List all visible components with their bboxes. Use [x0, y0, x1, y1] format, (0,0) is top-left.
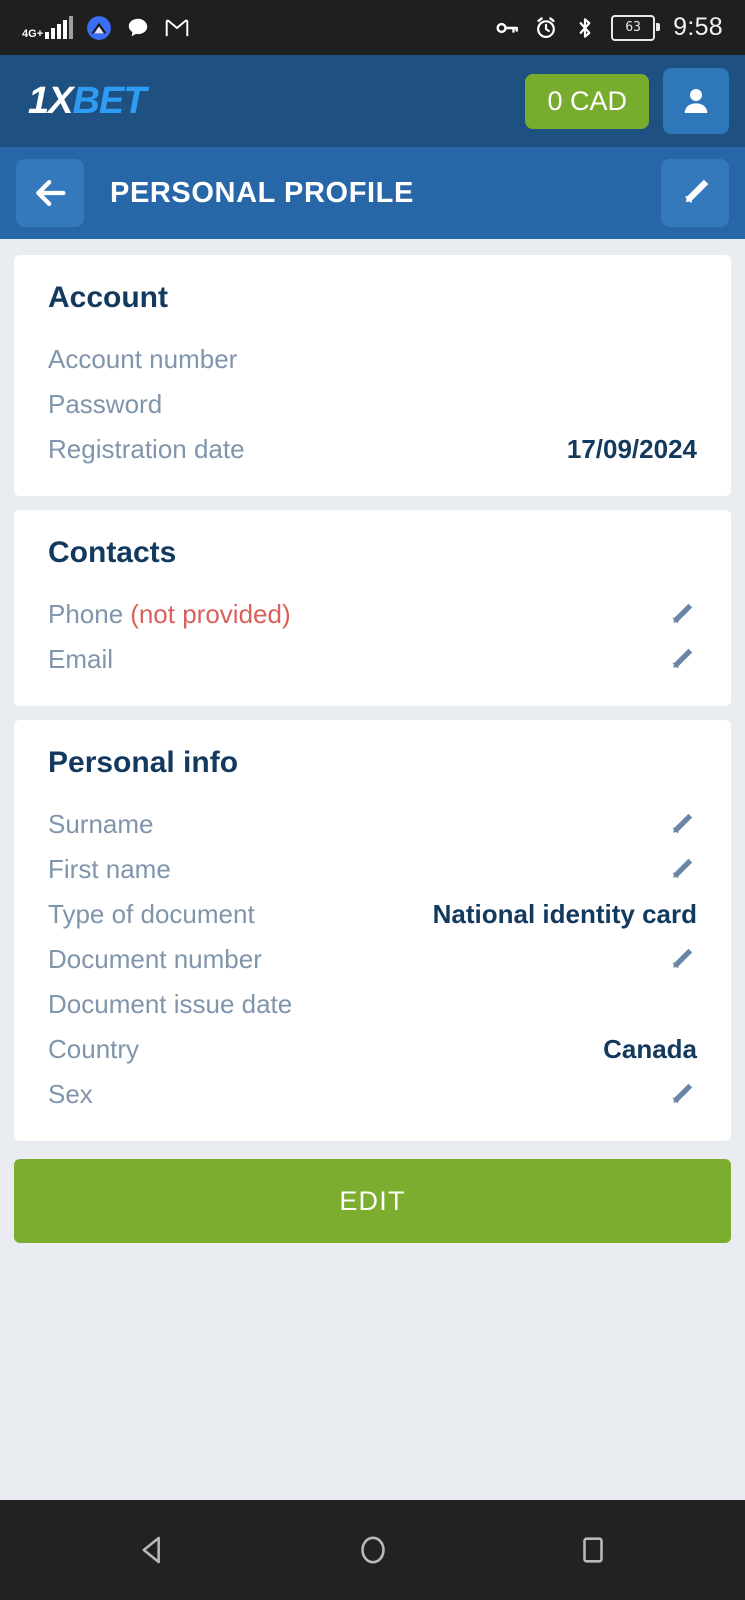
person-icon	[684, 89, 708, 113]
logo-text-bet: BET	[72, 80, 146, 122]
contacts-card: Contacts Phone (not provided) Email	[14, 510, 731, 706]
row-label: Sex	[48, 1079, 93, 1109]
brand-bar: 1XBET 0 CAD	[0, 55, 745, 147]
brand-logo[interactable]: 1XBET	[28, 80, 146, 122]
balance-button[interactable]: 0 CAD	[525, 73, 649, 129]
battery-level: 63	[625, 20, 641, 35]
profile-content: Account Account number Password Registra…	[0, 239, 745, 1500]
page-title-bar: PERSONAL PROFILE	[0, 147, 745, 239]
app-circle-icon	[87, 15, 112, 40]
page-title: PERSONAL PROFILE	[110, 176, 414, 209]
pencil-icon	[672, 1083, 693, 1103]
contacts-card-heading: Contacts	[48, 536, 177, 569]
row-edit-button[interactable]	[657, 854, 697, 886]
status-bar-right: 63 9:58	[494, 13, 723, 42]
row-edit-button[interactable]	[657, 599, 697, 631]
row-country[interactable]: Country Canada	[48, 1027, 697, 1072]
row-label: Surname	[48, 809, 154, 839]
row-phone[interactable]: Phone (not provided)	[48, 592, 697, 637]
pencil-icon	[672, 603, 693, 623]
row-edit-button[interactable]	[657, 944, 697, 976]
battery-icon: 63	[611, 14, 661, 41]
row-registration-date[interactable]: Registration date 17/09/2024	[48, 427, 697, 472]
row-label: First name	[48, 854, 171, 884]
android-nav-bar	[0, 1500, 745, 1600]
row-label: Document number	[48, 944, 262, 974]
row-surname[interactable]: Surname	[48, 802, 697, 847]
row-label: Account number	[48, 344, 238, 374]
account-card-heading: Account	[48, 281, 168, 314]
row-label: Registration date	[48, 434, 245, 464]
chat-bubble-icon	[128, 18, 148, 36]
row-label: Document issue date	[48, 989, 293, 1019]
pencil-icon	[685, 179, 709, 203]
row-edit-button[interactable]	[657, 1079, 697, 1111]
alarm-icon	[537, 16, 556, 38]
row-value: 17/09/2024	[566, 434, 697, 464]
row-password[interactable]: Password	[48, 382, 697, 427]
row-sex[interactable]: Sex	[48, 1072, 697, 1117]
row-label: Password	[48, 389, 163, 419]
personal-info-card: Personal info Surname First name Type of…	[14, 720, 731, 1141]
personal-info-card-heading: Personal info	[48, 746, 239, 779]
row-label: Type of document	[48, 899, 255, 929]
row-type-of-document[interactable]: Type of document National identity card	[48, 892, 697, 937]
back-button[interactable]	[16, 159, 84, 227]
row-label: Phone (not provided)	[48, 599, 291, 630]
account-card: Account Account number Password Registra…	[14, 255, 731, 496]
nav-home-button[interactable]	[343, 1520, 403, 1580]
gmail-icon	[165, 19, 189, 36]
pencil-icon	[672, 858, 693, 878]
row-account-number[interactable]: Account number	[48, 337, 697, 382]
header-edit-button[interactable]	[661, 159, 729, 227]
triangle-back-icon	[142, 1536, 160, 1564]
phone-screen: 4G+ 63 9:58 1XBET 0 CAD PERSONAL PROFILE…	[0, 0, 745, 1600]
signal-icon: 4G+	[22, 15, 74, 40]
vpn-key-icon	[496, 22, 519, 33]
row-edit-button[interactable]	[657, 809, 697, 841]
row-value: National identity card	[432, 899, 697, 929]
row-edit-button[interactable]	[657, 644, 697, 676]
row-document-number[interactable]: Document number	[48, 937, 697, 982]
row-label: Country	[48, 1034, 140, 1064]
row-email[interactable]: Email	[48, 637, 697, 682]
pencil-icon	[672, 648, 693, 668]
row-value: Canada	[603, 1034, 697, 1064]
arrow-left-icon	[36, 180, 66, 206]
pencil-icon	[672, 813, 693, 833]
nav-back-button[interactable]	[123, 1520, 183, 1580]
pencil-icon	[672, 948, 693, 968]
row-document-issue-date[interactable]: Document issue date	[48, 982, 697, 1027]
status-bar-clock: 9:58	[673, 13, 723, 41]
bluetooth-icon	[579, 17, 591, 38]
logo-text-1x: 1X	[28, 80, 73, 122]
not-provided-note: (not provided)	[130, 599, 291, 629]
circle-home-icon	[360, 1536, 385, 1564]
row-label: Email	[48, 644, 114, 674]
status-bar-left: 4G+	[22, 15, 190, 41]
network-type-label: 4G	[22, 27, 37, 40]
edit-button[interactable]: EDIT	[14, 1159, 731, 1243]
row-label-text: Phone	[48, 599, 124, 629]
row-first-name[interactable]: First name	[48, 847, 697, 892]
profile-button[interactable]	[663, 68, 729, 134]
nav-recents-button[interactable]	[563, 1520, 623, 1580]
status-bar: 4G+ 63 9:58	[0, 0, 745, 55]
square-recents-icon	[582, 1537, 603, 1563]
